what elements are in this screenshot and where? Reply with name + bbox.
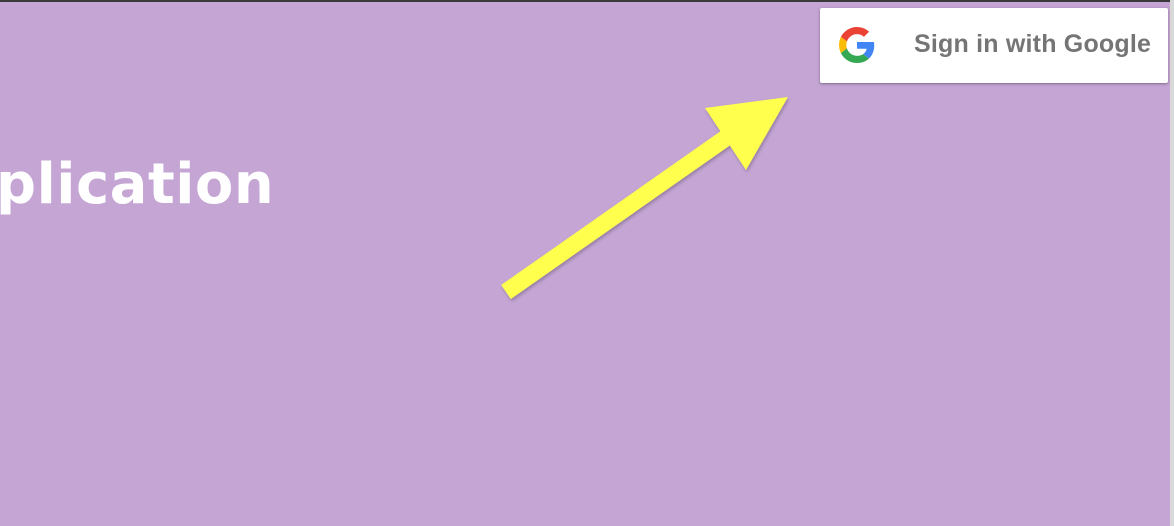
page-title: plication (0, 152, 275, 217)
scrollbar-track (1170, 0, 1174, 526)
window-top-border (0, 0, 1174, 2)
google-signin-button[interactable]: Sign in with Google (820, 8, 1168, 83)
yellow-arrow-icon (501, 97, 788, 299)
google-g-icon (839, 27, 875, 63)
google-signin-label: Sign in with Google (914, 30, 1152, 58)
